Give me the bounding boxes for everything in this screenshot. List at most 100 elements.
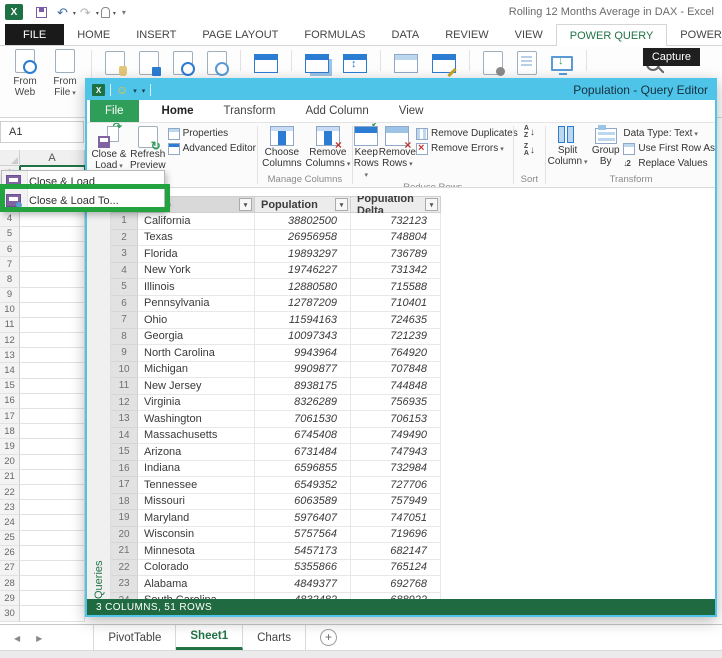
cell-state[interactable]: Maryland: [138, 510, 255, 527]
row-header-19[interactable]: 19: [0, 439, 20, 454]
row-header-18[interactable]: 18: [0, 424, 20, 439]
recent-sources-button[interactable]: [207, 51, 227, 75]
cell-state[interactable]: Missouri: [138, 494, 255, 511]
cell-a20[interactable]: [20, 455, 85, 470]
row-header-21[interactable]: 21: [0, 470, 20, 485]
use-first-row-button[interactable]: Use First Row As: [623, 141, 715, 156]
row-number[interactable]: 20: [111, 527, 138, 544]
close-and-load-button[interactable]: Close & Load: [90, 125, 128, 172]
save-icon[interactable]: [36, 7, 47, 18]
cell-population[interactable]: 10097343: [255, 329, 351, 346]
cell-population-delta[interactable]: 707848: [351, 362, 441, 379]
cell-population-delta[interactable]: 747051: [351, 510, 441, 527]
row-number[interactable]: 9: [111, 345, 138, 362]
column-header-population-delta[interactable]: Population Delta: [351, 196, 441, 213]
row-header-15[interactable]: 15: [0, 379, 20, 394]
cell-a16[interactable]: [20, 394, 85, 409]
cell-a26[interactable]: [20, 546, 85, 561]
cell-a13[interactable]: [20, 348, 85, 363]
keep-rows-button[interactable]: Keep Rows: [354, 125, 379, 182]
qe-tab-transform[interactable]: Transform: [208, 100, 290, 122]
row-header-5[interactable]: 5: [0, 227, 20, 242]
row-header-17[interactable]: 17: [0, 409, 20, 424]
cell-population-delta[interactable]: 724635: [351, 312, 441, 329]
sort-descending-button[interactable]: ZA: [524, 143, 535, 157]
cell-a9[interactable]: [20, 288, 85, 303]
row-header-25[interactable]: 25: [0, 531, 20, 546]
replace-values-button[interactable]: Replace Values: [623, 156, 715, 171]
row-number[interactable]: 13: [111, 411, 138, 428]
cell-population[interactable]: 26956958: [255, 230, 351, 247]
qe-tab-file[interactable]: File: [90, 100, 139, 122]
cell-population-delta[interactable]: 706153: [351, 411, 441, 428]
qe-tab-view[interactable]: View: [384, 100, 439, 122]
send-smile-icon[interactable]: [116, 84, 128, 96]
sheet-tab-charts[interactable]: Charts: [243, 625, 306, 650]
cell-population-delta[interactable]: 732984: [351, 461, 441, 478]
ribbon-tab-page-layout[interactable]: PAGE LAYOUT: [189, 24, 291, 45]
ribbon-tab-home[interactable]: HOME: [64, 24, 123, 45]
options-button[interactable]: [483, 51, 503, 75]
cell-a27[interactable]: [20, 561, 85, 576]
cell-population[interactable]: 5457173: [255, 543, 351, 560]
qe-tab-add-column[interactable]: Add Column: [290, 100, 383, 122]
sheet-tab-sheet1[interactable]: Sheet1: [176, 625, 243, 650]
row-number[interactable]: 18: [111, 494, 138, 511]
cell-population[interactable]: 6596855: [255, 461, 351, 478]
filter-button[interactable]: [335, 198, 348, 211]
cell-state[interactable]: Minnesota: [138, 543, 255, 560]
cell-a19[interactable]: [20, 439, 85, 454]
cell-a5[interactable]: [20, 227, 85, 242]
sort-ascending-button[interactable]: AZ: [524, 125, 535, 139]
cell-population[interactable]: 5355866: [255, 560, 351, 577]
cell-population[interactable]: 5976407: [255, 510, 351, 527]
cell-a22[interactable]: [20, 485, 85, 500]
from-file-button[interactable]: From File: [45, 46, 85, 99]
cell-a23[interactable]: [20, 500, 85, 515]
remove-duplicates-button[interactable]: Remove Duplicates: [416, 126, 518, 141]
split-column-button[interactable]: Split Column: [547, 125, 588, 168]
help-button[interactable]: [517, 51, 537, 75]
row-number[interactable]: 10: [111, 362, 138, 379]
cell-state[interactable]: Texas: [138, 230, 255, 247]
filter-button[interactable]: [425, 198, 438, 211]
cell-population-delta[interactable]: 731342: [351, 263, 441, 280]
row-header-16[interactable]: 16: [0, 394, 20, 409]
ribbon-tab-formulas[interactable]: FORMULAS: [291, 24, 378, 45]
from-web-button[interactable]: From Web: [5, 46, 45, 98]
cell-population-delta[interactable]: 748804: [351, 230, 441, 247]
cell-population-delta[interactable]: 732123: [351, 213, 441, 230]
cell-population-delta[interactable]: 757949: [351, 494, 441, 511]
remove-rows-button[interactable]: Remove Rows: [379, 125, 416, 170]
redo-button[interactable]: [80, 6, 91, 19]
ribbon-tab-data[interactable]: DATA: [379, 24, 433, 45]
cell-state[interactable]: Georgia: [138, 329, 255, 346]
cell-a17[interactable]: [20, 409, 85, 424]
remove-columns-button[interactable]: Remove Columns: [305, 125, 351, 170]
merge-button[interactable]: [305, 51, 329, 73]
cell-a11[interactable]: [20, 318, 85, 333]
row-header-13[interactable]: 13: [0, 348, 20, 363]
cell-population-delta[interactable]: 744848: [351, 378, 441, 395]
remove-errors-button[interactable]: Remove Errors: [416, 141, 518, 156]
cell-population[interactable]: 7061530: [255, 411, 351, 428]
row-header-23[interactable]: 23: [0, 500, 20, 515]
row-number[interactable]: 3: [111, 246, 138, 263]
cell-state[interactable]: California: [138, 213, 255, 230]
data-type-button[interactable]: Data Type: Text: [623, 126, 715, 141]
prev-sheet-icon[interactable]: [14, 632, 20, 644]
cell-state[interactable]: Michigan: [138, 362, 255, 379]
cell-a24[interactable]: [20, 515, 85, 530]
row-number[interactable]: 11: [111, 378, 138, 395]
cell-population-delta[interactable]: 764920: [351, 345, 441, 362]
row-header-27[interactable]: 27: [0, 561, 20, 576]
sheet-tab-pivottable[interactable]: PivotTable: [94, 625, 176, 650]
cell-state[interactable]: North Carolina: [138, 345, 255, 362]
choose-columns-button[interactable]: Choose Columns: [259, 125, 305, 169]
launch-editor-button[interactable]: [394, 51, 418, 73]
row-number[interactable]: 4: [111, 263, 138, 280]
row-header-14[interactable]: 14: [0, 363, 20, 378]
row-header-9[interactable]: 9: [0, 288, 20, 303]
from-table-button[interactable]: [254, 51, 278, 73]
cell-population-delta[interactable]: 727706: [351, 477, 441, 494]
